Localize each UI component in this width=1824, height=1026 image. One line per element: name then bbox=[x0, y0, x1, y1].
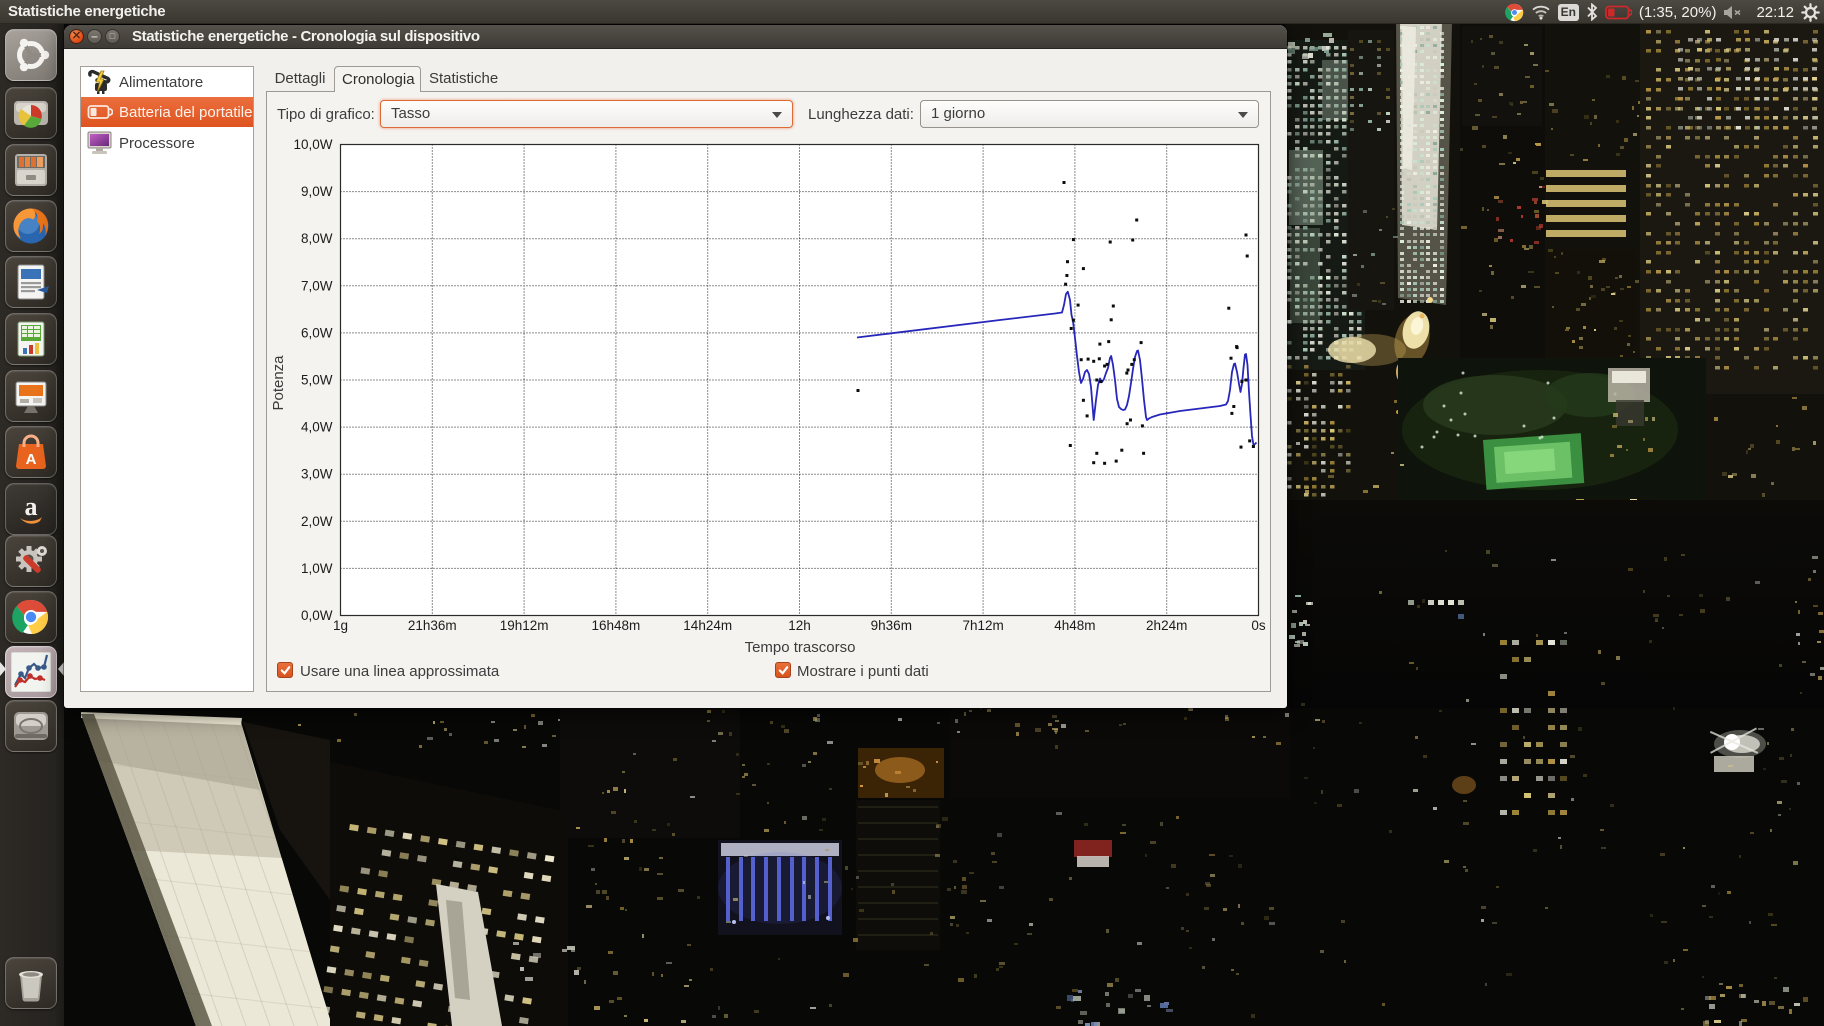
svg-text:4h48m: 4h48m bbox=[1054, 618, 1095, 633]
svg-text:2h24m: 2h24m bbox=[1146, 618, 1187, 633]
svg-text:0s: 0s bbox=[1251, 618, 1266, 633]
svg-text:7,0W: 7,0W bbox=[301, 278, 333, 293]
svg-text:1,0W: 1,0W bbox=[301, 561, 333, 576]
svg-text:8,0W: 8,0W bbox=[301, 231, 333, 246]
svg-text:12h: 12h bbox=[788, 618, 811, 633]
svg-text:16h48m: 16h48m bbox=[592, 618, 641, 633]
svg-text:7h12m: 7h12m bbox=[962, 618, 1003, 633]
svg-text:10,0W: 10,0W bbox=[293, 137, 332, 152]
svg-text:9,0W: 9,0W bbox=[301, 184, 333, 199]
svg-text:Potenza: Potenza bbox=[270, 355, 287, 411]
svg-text:Tempo trascorso: Tempo trascorso bbox=[745, 639, 856, 656]
svg-text:6,0W: 6,0W bbox=[301, 325, 333, 340]
svg-text:9h36m: 9h36m bbox=[871, 618, 912, 633]
svg-text:1g: 1g bbox=[333, 618, 348, 633]
svg-text:0,0W: 0,0W bbox=[301, 608, 333, 623]
svg-text:4,0W: 4,0W bbox=[301, 420, 333, 435]
svg-text:5,0W: 5,0W bbox=[301, 373, 333, 388]
svg-text:14h24m: 14h24m bbox=[683, 618, 732, 633]
svg-text:a: a bbox=[25, 492, 38, 521]
svg-text:2,0W: 2,0W bbox=[301, 514, 333, 529]
svg-text:19h12m: 19h12m bbox=[500, 618, 549, 633]
svg-text:A: A bbox=[26, 451, 37, 468]
svg-text:3,0W: 3,0W bbox=[301, 467, 333, 482]
svg-text:21h36m: 21h36m bbox=[408, 618, 457, 633]
